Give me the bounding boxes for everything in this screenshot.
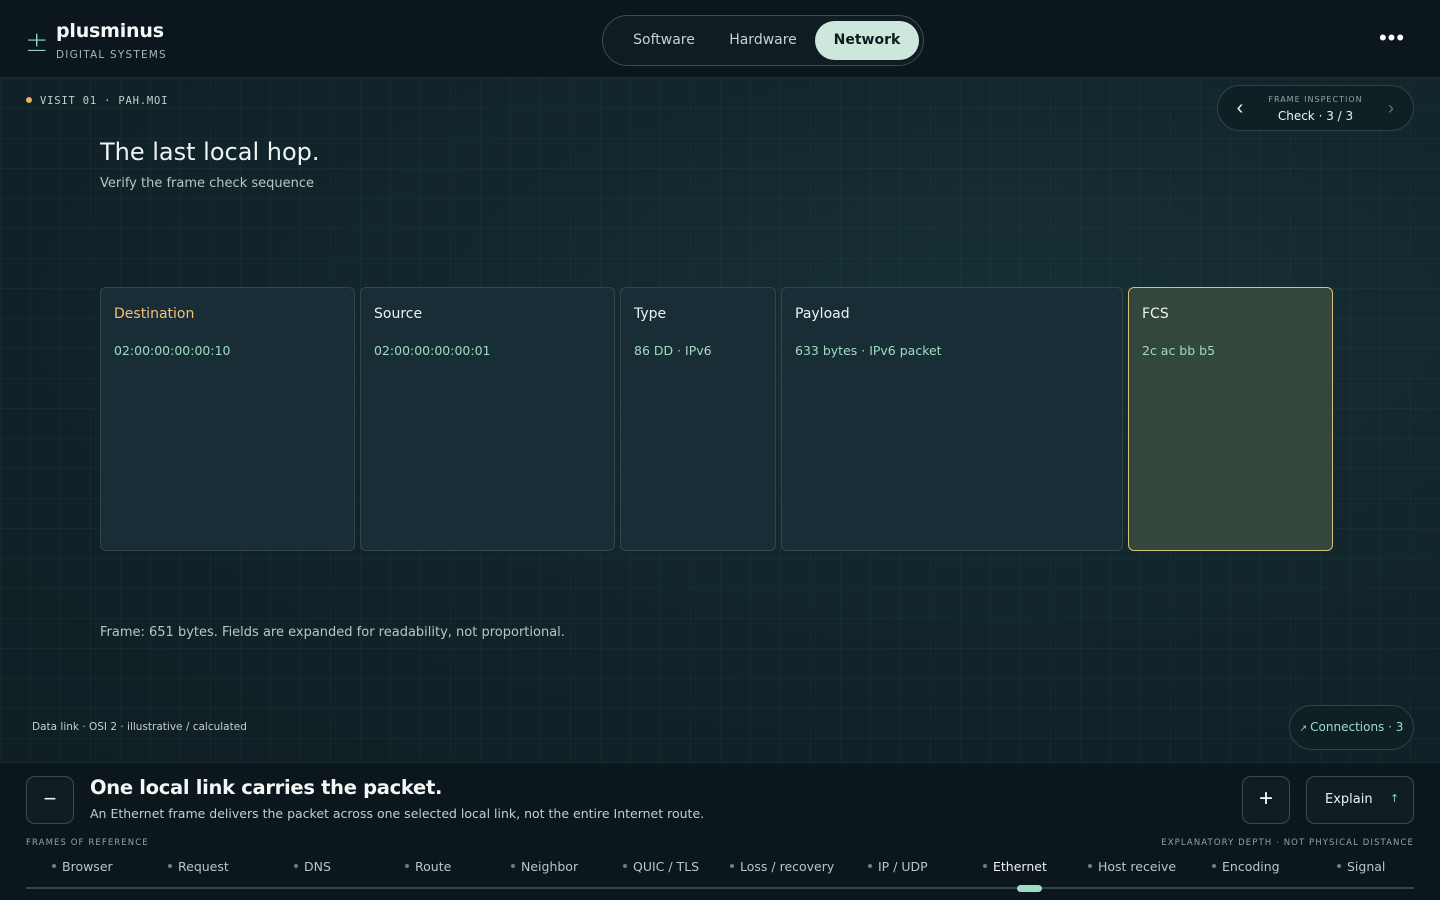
frame-field-payload[interactable]: Payload 633 bytes · IPv6 packet	[781, 287, 1123, 551]
tab-software[interactable]: Software	[615, 21, 713, 60]
frame-item-signal[interactable]: Signal	[1337, 859, 1385, 874]
frames-of-reference-label: FRAMES OF REFERENCE	[26, 838, 149, 848]
frame-item-label: QUIC / TLS	[633, 859, 700, 874]
main-stage: VISIT 01 · PAH.MOI ‹ FRAME INSPECTION Ch…	[0, 78, 1440, 762]
field-value: 633 bytes · IPv6 packet	[795, 343, 942, 358]
chevron-left-icon[interactable]: ‹	[1230, 96, 1250, 120]
page-title: The last local hop.	[100, 138, 320, 166]
plus-icon[interactable]: +	[1242, 776, 1290, 824]
plusminus-logo-icon[interactable]: ±	[25, 28, 48, 56]
depth-slider-thumb[interactable]	[1017, 885, 1042, 892]
frame-item-encoding[interactable]: Encoding	[1212, 859, 1280, 874]
frame-item-label: Route	[415, 859, 452, 874]
frame-field-fcs[interactable]: FCS 2c ac bb b5	[1128, 287, 1333, 551]
bullet-icon	[623, 864, 627, 868]
frame-item-route[interactable]: Route	[405, 859, 451, 874]
arrow-up-right-icon: ↗	[1299, 724, 1308, 734]
brand-name[interactable]: plusminus	[56, 20, 164, 42]
frame-item-label: Ethernet	[993, 859, 1047, 874]
frame-item-browser[interactable]: Browser	[52, 859, 113, 874]
field-name: Type	[634, 306, 667, 322]
minus-icon[interactable]: −	[26, 776, 74, 824]
frame-field-type[interactable]: Type 86 DD · IPv6	[620, 287, 776, 551]
frame-size-note: Frame: 651 bytes. Fields are expanded fo…	[100, 625, 565, 640]
visit-label: VISIT 01 · PAH.MOI	[40, 95, 169, 107]
frame-inspection-stepper: ‹ FRAME INSPECTION Check · 3 / 3 ›	[1217, 85, 1414, 131]
brand-subtitle: DIGITAL SYSTEMS	[56, 49, 167, 61]
connections-button[interactable]: ↗ Connections · 3	[1289, 705, 1414, 750]
frame-item-quic-tls[interactable]: QUIC / TLS	[623, 859, 699, 874]
top-bar: ± plusminus DIGITAL SYSTEMS Software Har…	[0, 0, 1440, 78]
frame-item-ethernet[interactable]: Ethernet	[983, 859, 1047, 874]
arrow-up-icon: ↑	[1390, 792, 1400, 805]
field-name: Payload	[795, 306, 850, 322]
tab-hardware[interactable]: Hardware	[715, 21, 811, 60]
bullet-icon	[1212, 864, 1216, 868]
explanatory-depth-label: EXPLANATORY DEPTH · NOT PHYSICAL DISTANC…	[1161, 838, 1414, 848]
chevron-right-icon[interactable]: ›	[1381, 96, 1401, 120]
frame-item-request[interactable]: Request	[168, 859, 229, 874]
visit-indicator: VISIT 01 · PAH.MOI	[26, 95, 168, 107]
section-tabs: Software Hardware Network	[602, 15, 924, 66]
bullet-icon	[1088, 864, 1092, 868]
depth-slider-track[interactable]	[26, 887, 1414, 889]
status-dot-icon	[26, 97, 32, 103]
connections-label: Connections · 3	[1310, 720, 1404, 734]
frame-item-loss-recovery[interactable]: Loss / recovery	[730, 859, 834, 874]
field-value: 02:00:00:00:00:10	[114, 343, 231, 358]
frame-item-label: Encoding	[1222, 859, 1280, 874]
frame-item-label: Loss / recovery	[740, 859, 835, 874]
frame-inspection-label: FRAME INSPECTION	[1268, 95, 1363, 104]
bullet-icon	[405, 864, 409, 868]
bullet-icon	[730, 864, 734, 868]
field-value: 86 DD · IPv6	[634, 343, 712, 358]
frame-item-host-receive[interactable]: Host receive	[1088, 859, 1176, 874]
bullet-icon	[1337, 864, 1341, 868]
field-name: FCS	[1142, 306, 1169, 322]
frame-item-dns[interactable]: DNS	[294, 859, 331, 874]
frame-field-source[interactable]: Source 02:00:00:00:00:01	[360, 287, 615, 551]
frame-item-label: Request	[178, 859, 229, 874]
frame-item-label: Host receive	[1098, 859, 1177, 874]
explain-button[interactable]: Explain ↑	[1306, 776, 1414, 824]
explanation-panel: − One local link carries the packet. An …	[0, 762, 1440, 900]
frame-field-destination[interactable]: Destination 02:00:00:00:00:10	[100, 287, 355, 551]
bullet-icon	[168, 864, 172, 868]
field-name: Destination	[114, 306, 195, 322]
frame-item-neighbor[interactable]: Neighbor	[511, 859, 578, 874]
claim-heading: One local link carries the packet.	[90, 776, 443, 799]
bullet-icon	[868, 864, 872, 868]
more-options-icon[interactable]: •••	[1376, 27, 1408, 52]
field-value: 02:00:00:00:00:01	[374, 343, 491, 358]
bullet-icon	[983, 864, 987, 868]
frame-item-ip-udp[interactable]: IP / UDP	[868, 859, 928, 874]
field-value: 2c ac bb b5	[1142, 343, 1216, 358]
field-name: Source	[374, 306, 423, 322]
layer-note: Data link · OSI 2 · illustrative / calcu…	[32, 721, 247, 733]
frame-item-label: Browser	[62, 859, 113, 874]
frame-item-label: DNS	[304, 859, 331, 874]
bullet-icon	[511, 864, 515, 868]
claim-description: An Ethernet frame delivers the packet ac…	[90, 806, 705, 821]
frame-item-label: IP / UDP	[878, 859, 928, 874]
frame-item-label: Neighbor	[521, 859, 579, 874]
frame-item-label: Signal	[1347, 859, 1386, 874]
explain-label: Explain	[1325, 792, 1373, 807]
frame-inspection-value: Check · 3 / 3	[1277, 109, 1354, 123]
bullet-icon	[52, 864, 56, 868]
page-subtitle: Verify the frame check sequence	[100, 176, 314, 191]
tab-network[interactable]: Network	[815, 21, 919, 60]
bullet-icon	[294, 864, 298, 868]
